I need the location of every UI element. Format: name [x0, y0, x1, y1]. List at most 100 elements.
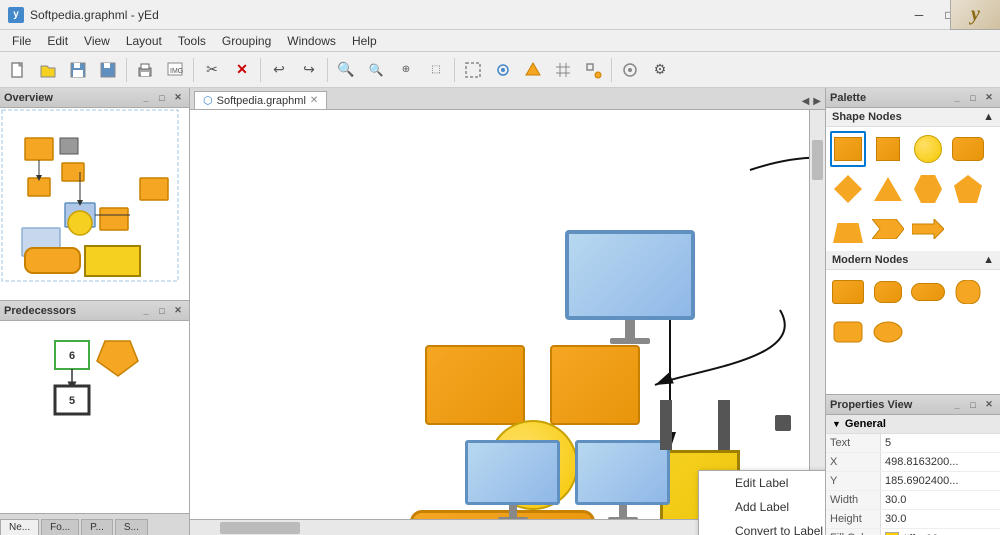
shape-nodes-collapse[interactable]: ▲: [983, 111, 994, 123]
print-button[interactable]: [131, 56, 159, 84]
modern-nodes-collapse[interactable]: ▲: [983, 254, 994, 266]
move-button[interactable]: [489, 56, 517, 84]
cut-button[interactable]: ✂: [198, 56, 226, 84]
palette-triangle[interactable]: [870, 171, 906, 207]
prop-row-y: Y 185.6902400...: [826, 472, 1000, 491]
prop-val-x[interactable]: 498.8163200...: [881, 453, 1000, 471]
palette-expand[interactable]: □: [966, 91, 980, 105]
palette-circle[interactable]: [910, 131, 946, 167]
overview-close[interactable]: ✕: [171, 91, 185, 105]
palette-rect-sm[interactable]: [870, 131, 906, 167]
tab-prev-button[interactable]: ◀: [802, 96, 810, 107]
connector-bar-2: [718, 400, 730, 450]
snap-button[interactable]: [579, 56, 607, 84]
tab-next-button[interactable]: ▶: [813, 96, 821, 107]
prop-val-height[interactable]: 30.0: [881, 510, 1000, 528]
zoom-out-button[interactable]: 🔍: [362, 56, 390, 84]
palette-chevron[interactable]: [870, 211, 906, 247]
app-title: Softpedia.graphml - yEd: [30, 8, 906, 22]
prop-row-fill: Fill Color #ffcc00: [826, 529, 1000, 535]
tab-s[interactable]: S...: [115, 519, 148, 535]
tab-navigation: ◀ ▶: [798, 94, 825, 109]
open-button[interactable]: [34, 56, 62, 84]
modern-shape-5[interactable]: [830, 314, 866, 350]
menu-view[interactable]: View: [76, 32, 118, 50]
save-button[interactable]: [64, 56, 92, 84]
ctx-convert-label[interactable]: Convert to Label: [699, 519, 825, 535]
overview-minimize[interactable]: _: [139, 91, 153, 105]
tab-label: Softpedia.graphml: [217, 95, 306, 107]
palette-diamond[interactable]: [830, 171, 866, 207]
new-button[interactable]: [4, 56, 32, 84]
modern-rect-1[interactable]: [830, 274, 866, 310]
menu-grouping[interactable]: Grouping: [214, 32, 279, 50]
vertical-scrollbar[interactable]: [809, 110, 825, 519]
menu-help[interactable]: Help: [344, 32, 385, 50]
delete-button[interactable]: ✕: [228, 56, 256, 84]
tab-p[interactable]: P...: [81, 519, 113, 535]
prop-key-width: Width: [826, 491, 881, 509]
modern-rect-2[interactable]: [870, 274, 906, 310]
palette-panel: Palette _ □ ✕ Shape Nodes ▲: [826, 88, 1000, 395]
palette-hexagon[interactable]: [910, 171, 946, 207]
tab-bar: ⬡ Softpedia.graphml ✕ ◀ ▶: [190, 88, 825, 110]
export-button[interactable]: IMG: [161, 56, 189, 84]
palette-minimize[interactable]: _: [950, 91, 964, 105]
palette-close[interactable]: ✕: [982, 91, 996, 105]
left-panel: Overview _ □ ✕: [0, 88, 190, 535]
prop-expand[interactable]: □: [966, 398, 980, 412]
monitor-small-right[interactable]: [575, 440, 670, 522]
pred-minimize[interactable]: _: [139, 304, 153, 318]
overview-expand[interactable]: □: [155, 91, 169, 105]
tab-ne[interactable]: Ne...: [0, 519, 39, 535]
prop-val-width[interactable]: 30.0: [881, 491, 1000, 509]
tab-fo[interactable]: Fo...: [41, 519, 79, 535]
prop-key-y: Y: [826, 472, 881, 490]
prop-val-text[interactable]: 5: [881, 434, 1000, 452]
palette-arrow-shape[interactable]: [910, 211, 946, 247]
node-orange-mid[interactable]: [550, 345, 640, 425]
modern-shape-6[interactable]: [870, 314, 906, 350]
menu-layout[interactable]: Layout: [118, 32, 170, 50]
zoom-fit-button[interactable]: ⊕: [392, 56, 420, 84]
connect-button[interactable]: [519, 56, 547, 84]
prop-minimize[interactable]: _: [950, 398, 964, 412]
prop-close[interactable]: ✕: [982, 398, 996, 412]
graph-area[interactable]: Softpedia 6: [190, 110, 825, 535]
palette-rect[interactable]: [830, 131, 866, 167]
graph-tab[interactable]: ⬡ Softpedia.graphml ✕: [194, 91, 327, 109]
svg-text:IMG: IMG: [170, 68, 183, 75]
monitor-large[interactable]: [565, 230, 695, 344]
modern-rect-3[interactable]: [910, 274, 946, 310]
menu-file[interactable]: File: [4, 32, 39, 50]
settings-button[interactable]: ⚙: [646, 56, 674, 84]
menu-edit[interactable]: Edit: [39, 32, 76, 50]
ctx-add-label[interactable]: Add Label: [699, 495, 825, 519]
zoom-in-button[interactable]: 🔍: [332, 56, 360, 84]
group-button[interactable]: [616, 56, 644, 84]
prop-val-y[interactable]: 185.6902400...: [881, 472, 1000, 490]
palette-trapezoid[interactable]: [830, 211, 866, 247]
pred-expand[interactable]: □: [155, 304, 169, 318]
zoom-area-button[interactable]: ⬚: [422, 56, 450, 84]
tab-close-button[interactable]: ✕: [310, 95, 318, 106]
ctx-edit-label[interactable]: Edit Label F2: [699, 471, 825, 495]
prop-general-label: General: [845, 418, 886, 430]
palette-pentagon[interactable]: [950, 171, 986, 207]
modern-rect-3-shape: [911, 283, 945, 301]
menu-tools[interactable]: Tools: [170, 32, 214, 50]
prop-val-fill[interactable]: #ffcc00: [881, 529, 1000, 535]
ctx-edit-label-text: Edit Label: [735, 476, 825, 490]
modern-shape-4[interactable]: [950, 274, 986, 310]
minimize-button[interactable]: ─: [906, 5, 932, 25]
menu-windows[interactable]: Windows: [279, 32, 344, 50]
grid-button[interactable]: [549, 56, 577, 84]
monitor-small-left[interactable]: [465, 440, 560, 522]
redo-button[interactable]: ↪: [295, 56, 323, 84]
select-button[interactable]: [459, 56, 487, 84]
palette-rounded-rect[interactable]: [950, 131, 986, 167]
save-as-button[interactable]: [94, 56, 122, 84]
pred-close[interactable]: ✕: [171, 304, 185, 318]
undo-button[interactable]: ↩: [265, 56, 293, 84]
node-orange-left[interactable]: [425, 345, 525, 425]
